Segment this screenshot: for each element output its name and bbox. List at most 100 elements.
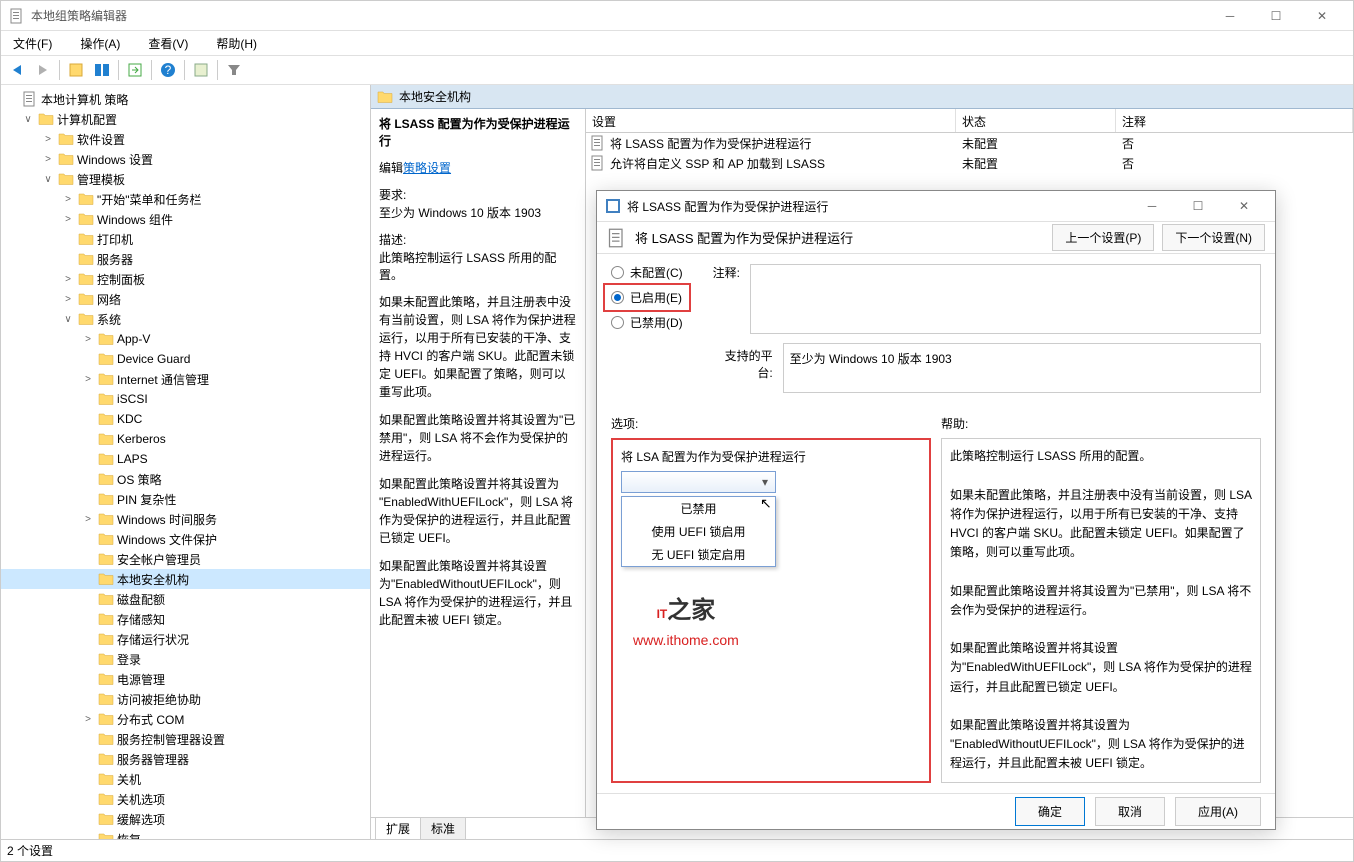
chevron-down-icon: ▾ xyxy=(757,475,773,489)
folder-icon xyxy=(78,191,94,207)
tree-root[interactable]: 本地计算机 策略 xyxy=(1,89,370,109)
dialog-close-button[interactable]: ✕ xyxy=(1221,191,1267,221)
help-icon[interactable]: ? xyxy=(156,58,180,82)
tree-item[interactable]: 关机选项 xyxy=(1,789,370,809)
tree-item[interactable]: 本地安全机构 xyxy=(1,569,370,589)
tree-item[interactable]: ∨计算机配置 xyxy=(1,109,370,129)
option-dropdown[interactable]: ▾ xyxy=(621,471,776,493)
folder-icon xyxy=(78,291,94,307)
col-state[interactable]: 状态 xyxy=(956,109,1116,132)
dropdown-item[interactable]: 使用 UEFI 锁启用 xyxy=(622,520,775,543)
menu-file[interactable]: 文件(F) xyxy=(5,33,60,54)
prev-setting-button[interactable]: 上一个设置(P) xyxy=(1052,224,1154,251)
menu-view[interactable]: 查看(V) xyxy=(140,33,196,54)
tree-item[interactable]: 恢复 xyxy=(1,829,370,839)
folder-icon xyxy=(98,711,114,727)
dialog-maximize-button[interactable]: ☐ xyxy=(1175,191,1221,221)
list-row[interactable]: 将 LSASS 配置为作为受保护进程运行未配置否 xyxy=(586,133,1353,153)
col-note[interactable]: 注释 xyxy=(1116,109,1353,132)
col-setting[interactable]: 设置 xyxy=(586,109,956,132)
tree-item[interactable]: 安全帐户管理员 xyxy=(1,549,370,569)
up-icon[interactable] xyxy=(64,58,88,82)
list-row[interactable]: 允许将自定义 SSP 和 AP 加载到 LSASS未配置否 xyxy=(586,153,1353,173)
export-icon[interactable] xyxy=(123,58,147,82)
tree-item[interactable]: 电源管理 xyxy=(1,669,370,689)
tree-item[interactable]: 访问被拒绝协助 xyxy=(1,689,370,709)
tree-item[interactable]: 打印机 xyxy=(1,229,370,249)
folder-icon xyxy=(98,491,114,507)
tree-item[interactable]: >软件设置 xyxy=(1,129,370,149)
folder-icon xyxy=(98,331,114,347)
folder-icon xyxy=(78,271,94,287)
folder-icon xyxy=(78,311,94,327)
dropdown-item[interactable]: 已禁用 xyxy=(622,497,775,520)
setting-icon xyxy=(590,155,606,171)
apply-button[interactable]: 应用(A) xyxy=(1175,797,1261,826)
tree-item[interactable]: 缓解选项 xyxy=(1,809,370,829)
tab-extended[interactable]: 扩展 xyxy=(375,817,421,839)
tree-item[interactable]: >控制面板 xyxy=(1,269,370,289)
show-hide-icon[interactable] xyxy=(90,58,114,82)
edit-policy-link[interactable]: 策略设置 xyxy=(403,161,451,175)
menu-help[interactable]: 帮助(H) xyxy=(208,33,265,54)
tree-item[interactable]: OS 策略 xyxy=(1,469,370,489)
tree-item[interactable]: 服务控制管理器设置 xyxy=(1,729,370,749)
properties-icon[interactable] xyxy=(189,58,213,82)
tree-item[interactable]: 登录 xyxy=(1,649,370,669)
filter-icon[interactable] xyxy=(222,58,246,82)
menu-action[interactable]: 操作(A) xyxy=(72,33,128,54)
tree-item[interactable]: ∨系统 xyxy=(1,309,370,329)
next-setting-button[interactable]: 下一个设置(N) xyxy=(1162,224,1265,251)
folder-icon xyxy=(58,171,74,187)
radio-unconfigured[interactable]: 未配置(C) xyxy=(611,264,683,281)
ok-button[interactable]: 确定 xyxy=(1015,797,1085,826)
tree-item[interactable]: 关机 xyxy=(1,769,370,789)
dialog-minimize-button[interactable]: ─ xyxy=(1129,191,1175,221)
tree-item[interactable]: >分布式 COM xyxy=(1,709,370,729)
comment-textarea[interactable] xyxy=(750,264,1261,334)
options-box: 将 LSA 配置为作为受保护进程运行 ▾ 已禁用 使用 UEFI 锁启用 无 U… xyxy=(611,438,931,782)
tree-pane[interactable]: 本地计算机 策略 ∨计算机配置>软件设置>Windows 设置∨管理模板>"开始… xyxy=(1,85,371,839)
minimize-button[interactable]: ─ xyxy=(1207,1,1253,31)
tree-item[interactable]: Windows 文件保护 xyxy=(1,529,370,549)
tree-item[interactable]: 存储感知 xyxy=(1,609,370,629)
tree-item[interactable]: KDC xyxy=(1,409,370,429)
folder-icon xyxy=(98,671,114,687)
tree-item[interactable]: >Windows 组件 xyxy=(1,209,370,229)
tree-item[interactable]: iSCSI xyxy=(1,389,370,409)
menubar: 文件(F) 操作(A) 查看(V) 帮助(H) xyxy=(1,31,1353,55)
folder-icon xyxy=(98,731,114,747)
tab-standard[interactable]: 标准 xyxy=(420,817,466,839)
tree-item[interactable]: Kerberos xyxy=(1,429,370,449)
cancel-button[interactable]: 取消 xyxy=(1095,797,1165,826)
tree-item[interactable]: 服务器 xyxy=(1,249,370,269)
tree-item[interactable]: Device Guard xyxy=(1,349,370,369)
folder-icon xyxy=(98,631,114,647)
maximize-button[interactable]: ☐ xyxy=(1253,1,1299,31)
radio-enabled[interactable]: 已启用(E) xyxy=(603,283,691,312)
help-box: 此策略控制运行 LSASS 所用的配置。 如果未配置此策略，并且注册表中没有当前… xyxy=(941,438,1261,782)
tree-item[interactable]: 存储运行状况 xyxy=(1,629,370,649)
tree-item[interactable]: PIN 复杂性 xyxy=(1,489,370,509)
tree-item[interactable]: >"开始"菜单和任务栏 xyxy=(1,189,370,209)
doc-icon xyxy=(22,91,38,107)
close-button[interactable]: ✕ xyxy=(1299,1,1345,31)
radio-disabled[interactable]: 已禁用(D) xyxy=(611,314,683,331)
folder-icon xyxy=(98,391,114,407)
folder-icon xyxy=(38,111,54,127)
tree-item[interactable]: >Internet 通信管理 xyxy=(1,369,370,389)
tree-item[interactable]: 服务器管理器 xyxy=(1,749,370,769)
tree-item[interactable]: ∨管理模板 xyxy=(1,169,370,189)
tree-item[interactable]: >App-V xyxy=(1,329,370,349)
dialog-icon xyxy=(605,198,621,214)
tree-item[interactable]: 磁盘配额 xyxy=(1,589,370,609)
tree-item[interactable]: >网络 xyxy=(1,289,370,309)
forward-button[interactable] xyxy=(31,58,55,82)
back-button[interactable] xyxy=(5,58,29,82)
folder-icon xyxy=(98,831,114,839)
tree-item[interactable]: LAPS xyxy=(1,449,370,469)
dropdown-item[interactable]: 无 UEFI 锁定启用 xyxy=(622,543,775,566)
folder-icon xyxy=(78,251,94,267)
tree-item[interactable]: >Windows 设置 xyxy=(1,149,370,169)
tree-item[interactable]: >Windows 时间服务 xyxy=(1,509,370,529)
